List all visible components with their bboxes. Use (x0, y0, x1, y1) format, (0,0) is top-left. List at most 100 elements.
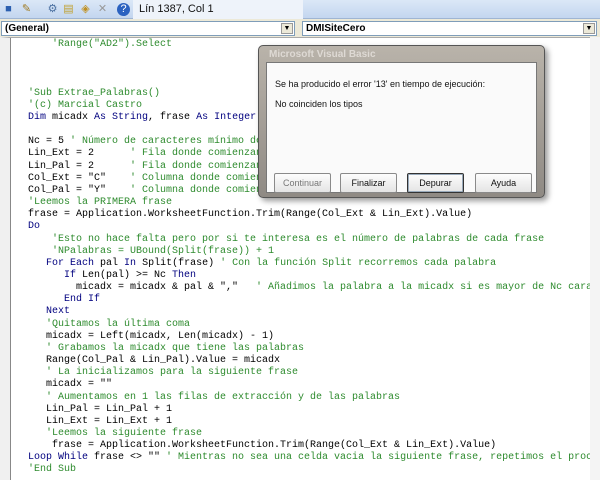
properties-icon[interactable]: ▤ (62, 3, 75, 16)
code-comment: ' Aumentamos en 1 las filas de extracció… (28, 391, 401, 403)
continue-button[interactable]: Continuar (274, 173, 331, 193)
code-comment: ' Fila donde comienzan l (130, 148, 275, 160)
code-line[interactable]: ' Aumentamos en 1 las filas de extracció… (28, 392, 598, 404)
dialog-body: Se ha producido el error '13' en tiempo … (266, 62, 537, 193)
code-text: Col_Ext = "C" (28, 172, 131, 184)
code-line[interactable]: End If (28, 294, 598, 306)
code-text: Lin_Ext = Lin_Ext + 1 (28, 415, 173, 427)
object-combo-value: (General) (5, 23, 49, 34)
code-text: Range(Col_Pal & Lin_Pal).Value = micadx (28, 355, 281, 367)
code-text: Lin_Pal = Lin_Pal + 1 (28, 403, 173, 415)
code-comment: ' Con la función Split recorremos cada p… (220, 257, 497, 269)
code-line[interactable]: Do (28, 221, 598, 233)
code-line[interactable]: 'NPalabras = UBound(Split(frase)) + 1 (28, 246, 598, 258)
error-detail: No coinciden los tipos (275, 99, 363, 109)
code-comment: ' Columna donde comienza (130, 184, 275, 196)
code-line[interactable]: Next (28, 306, 598, 318)
code-line[interactable]: Lin_Ext = Lin_Ext + 1 (28, 416, 598, 428)
code-line[interactable]: Loop While frase <> "" ' Mientras no sea… (28, 452, 598, 464)
code-text: , frase (148, 111, 197, 123)
code-keyword: Loop While (28, 452, 89, 464)
stop-icon[interactable]: ■ (2, 3, 15, 16)
code-text: micadx (46, 111, 95, 123)
code-text: Col_Pal = "Y" (28, 184, 131, 196)
code-comment: 'Quitamos la última coma (28, 318, 191, 330)
code-text: frase <> "" (88, 452, 167, 464)
code-comment: 'Esto no hace falta pero por si te inter… (28, 233, 545, 245)
code-comment: ' Fila donde comienzan l (130, 160, 275, 172)
code-text: Lin_Pal = 2 (28, 160, 131, 172)
dialog-title: Microsoft Visual Basic (269, 49, 376, 60)
code-keyword: Dim (28, 111, 47, 123)
code-line[interactable]: micadx = Left(micadx, Len(micadx) - 1) (28, 331, 598, 343)
code-comment: 'Leemos la siguiente frase (28, 428, 203, 439)
code-comment: ' Añadimos la palabra a la micadx si es … (256, 282, 599, 294)
debug-button[interactable]: Depurar (407, 173, 464, 193)
code-comment: ' Número de caracteres mínimo de (70, 136, 263, 148)
code-keyword: Then (172, 269, 197, 281)
code-line[interactable]: ' La inicializamos para la siguiente fra… (28, 367, 598, 379)
code-comment: 'Range("AD2").Select (28, 39, 173, 50)
code-text: micadx = micadx & pal & "," (28, 282, 257, 294)
code-line[interactable]: Lin_Pal = Lin_Pal + 1 (28, 404, 598, 416)
code-keyword: If (64, 269, 77, 281)
code-line[interactable]: 'Leemos la siguiente frase (28, 428, 598, 440)
end-button[interactable]: Finalizar (340, 173, 397, 193)
toolbar: ■ ✎ ⚙ ▤ ◈ ✕ ? Lín 1387, Col 1 (0, 0, 600, 19)
code-line[interactable]: If Len(pal) >= Nc Then (28, 270, 598, 282)
code-keyword: Next (46, 306, 71, 318)
cursor-position: Lín 1387, Col 1 (133, 0, 303, 19)
code-line[interactable]: micadx = micadx & pal & "," ' Añadimos l… (28, 282, 598, 294)
code-line[interactable]: 'Quitamos la última coma (28, 319, 598, 331)
code-keyword: Do (28, 221, 41, 233)
code-text: frase = Application.WorksheetFunction.Tr… (28, 440, 497, 452)
project-explorer-icon[interactable]: ⚙ (46, 3, 59, 16)
code-text: micadx = "" (28, 379, 113, 391)
code-comment: ' Mientras no sea una celda vacia la sig… (166, 452, 599, 464)
code-comment: ' La inicializamos para la siguiente fra… (28, 367, 299, 379)
design-mode-icon[interactable]: ✎ (20, 3, 33, 16)
code-comment: 'End Sub (28, 464, 77, 476)
code-keyword: As Integer (196, 111, 257, 123)
procedure-combo[interactable]: DMISiteCero ▼ (302, 21, 597, 36)
error-message: Se ha producido el error '13' en tiempo … (275, 79, 486, 89)
code-line[interactable]: 'End Sub (28, 464, 598, 476)
code-text: Lin_Ext = 2 (28, 148, 131, 160)
code-text: pal (94, 257, 125, 269)
code-line[interactable]: Range(Col_Pal & Lin_Pal).Value = micadx (28, 355, 598, 367)
code-line[interactable]: frase = Application.WorksheetFunction.Tr… (28, 209, 598, 221)
code-comment: ' Columna donde comienza (130, 172, 275, 184)
code-line[interactable]: For Each pal In Split(frase) ' Con la fu… (28, 258, 598, 270)
code-keyword: As String (94, 111, 149, 123)
code-text: frase = Application.WorksheetFunction.Tr… (28, 209, 473, 221)
code-line[interactable]: ' Grabamos la micadx que tiene las palab… (28, 343, 598, 355)
code-text: Nc = 5 (28, 136, 71, 148)
code-line[interactable]: frase = Application.WorksheetFunction.Tr… (28, 440, 598, 452)
code-line[interactable]: 'Esto no hace falta pero por si te inter… (28, 234, 598, 246)
code-keyword: For Each (46, 257, 95, 269)
code-keyword: In (124, 257, 137, 269)
margin-indicator-bar (10, 38, 11, 480)
chevron-down-icon[interactable]: ▼ (281, 23, 293, 34)
error-dialog: Microsoft Visual Basic Se ha producido e… (258, 45, 545, 198)
code-comment: 'Leemos la PRIMERA frase (28, 197, 173, 209)
combo-bar: (General) ▼ DMISiteCero ▼ (0, 19, 600, 37)
code-comment: 'Sub Extrae_Palabras() (28, 87, 161, 99)
code-line[interactable]: micadx = "" (28, 379, 598, 391)
code-text: Split(frase) (136, 257, 221, 269)
help-button[interactable]: Ayuda (475, 173, 532, 193)
code-comment: ' Grabamos la micadx que tiene las palab… (28, 342, 305, 354)
code-line[interactable]: 'Leemos la PRIMERA frase (28, 197, 598, 209)
help-icon[interactable]: ? (117, 3, 130, 16)
object-browser-icon[interactable]: ◈ (79, 3, 92, 16)
code-comment: 'NPalabras = UBound(Split(frase)) + 1 (28, 245, 275, 257)
toolbox-icon[interactable]: ✕ (96, 3, 109, 16)
vertical-scrollbar[interactable] (590, 37, 600, 480)
object-combo[interactable]: (General) ▼ (1, 21, 295, 36)
chevron-down-icon[interactable]: ▼ (583, 23, 595, 34)
code-comment: '(c) Marcial Castro (28, 99, 143, 111)
procedure-combo-value: DMISiteCero (306, 23, 366, 34)
